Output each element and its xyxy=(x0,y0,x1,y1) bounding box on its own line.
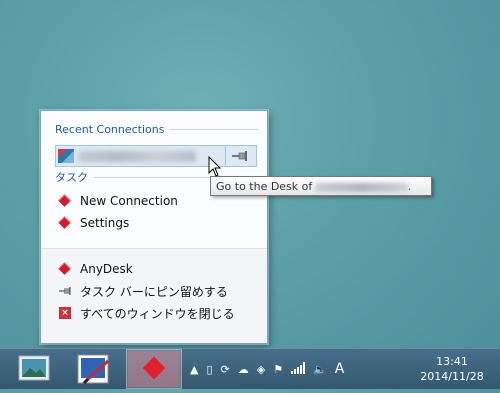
tooltip: Go to the Desk of . xyxy=(210,176,432,196)
anydesk-icon xyxy=(59,263,71,275)
action-center-flag-icon[interactable]: ⚑ xyxy=(273,363,283,376)
redacted-desk-name xyxy=(315,182,408,192)
close-all-windows[interactable]: × すべてのウィンドウを閉じる xyxy=(59,303,235,323)
taskbar: ▲ ▯ ⟳ ☁ ◈ ⚑ 🔈 A 13:41 2014/11/28 xyxy=(0,348,500,389)
clock-time: 13:41 xyxy=(436,355,468,368)
task-new-connection[interactable]: New Connection xyxy=(59,191,178,211)
clock-date: 2014/11/28 xyxy=(420,370,484,383)
anydesk-icon xyxy=(128,351,180,387)
anydesk-icon xyxy=(59,195,71,207)
taskbar-app-paint[interactable] xyxy=(66,349,122,389)
redacted-connection-name xyxy=(78,151,196,162)
recent-connection-item[interactable] xyxy=(55,145,257,167)
system-tray: ▲ ▯ ⟳ ☁ ◈ ⚑ 🔈 A xyxy=(190,357,344,381)
onedrive-cloud-icon[interactable]: ☁ xyxy=(238,363,249,376)
recent-connections-header: Recent Connections xyxy=(55,123,259,136)
anydesk-icon xyxy=(59,217,71,229)
jump-list-divider xyxy=(41,248,267,249)
dropbox-icon[interactable]: ◈ xyxy=(257,363,265,376)
close-icon: × xyxy=(59,307,71,319)
taskbar-app-photos[interactable] xyxy=(6,349,62,389)
paint-app-icon xyxy=(77,354,110,385)
sync-icon[interactable]: ⟳ xyxy=(221,363,230,376)
device-icon[interactable]: ▯ xyxy=(206,363,212,376)
ime-indicator[interactable]: A xyxy=(335,361,345,377)
jump-list: Recent Connections タスク New Connection Se… xyxy=(40,110,268,344)
pin-item-button[interactable] xyxy=(225,146,256,166)
pin-icon xyxy=(59,287,71,295)
taskbar-app-anydesk[interactable] xyxy=(126,349,182,389)
connection-thumbnail-icon xyxy=(58,149,74,163)
app-launch-anydesk[interactable]: AnyDesk xyxy=(59,259,133,279)
pin-to-taskbar[interactable]: タスク バーにピン留めする xyxy=(59,281,228,301)
pin-icon xyxy=(232,151,247,161)
show-hidden-icons-icon[interactable]: ▲ xyxy=(190,363,198,376)
clock[interactable]: 13:41 2014/11/28 xyxy=(410,354,494,384)
network-signal-icon[interactable] xyxy=(291,361,306,377)
volume-icon[interactable]: 🔈 xyxy=(313,363,327,376)
mouse-cursor-icon xyxy=(208,156,222,177)
photos-app-icon xyxy=(18,355,50,381)
task-settings[interactable]: Settings xyxy=(59,213,129,233)
